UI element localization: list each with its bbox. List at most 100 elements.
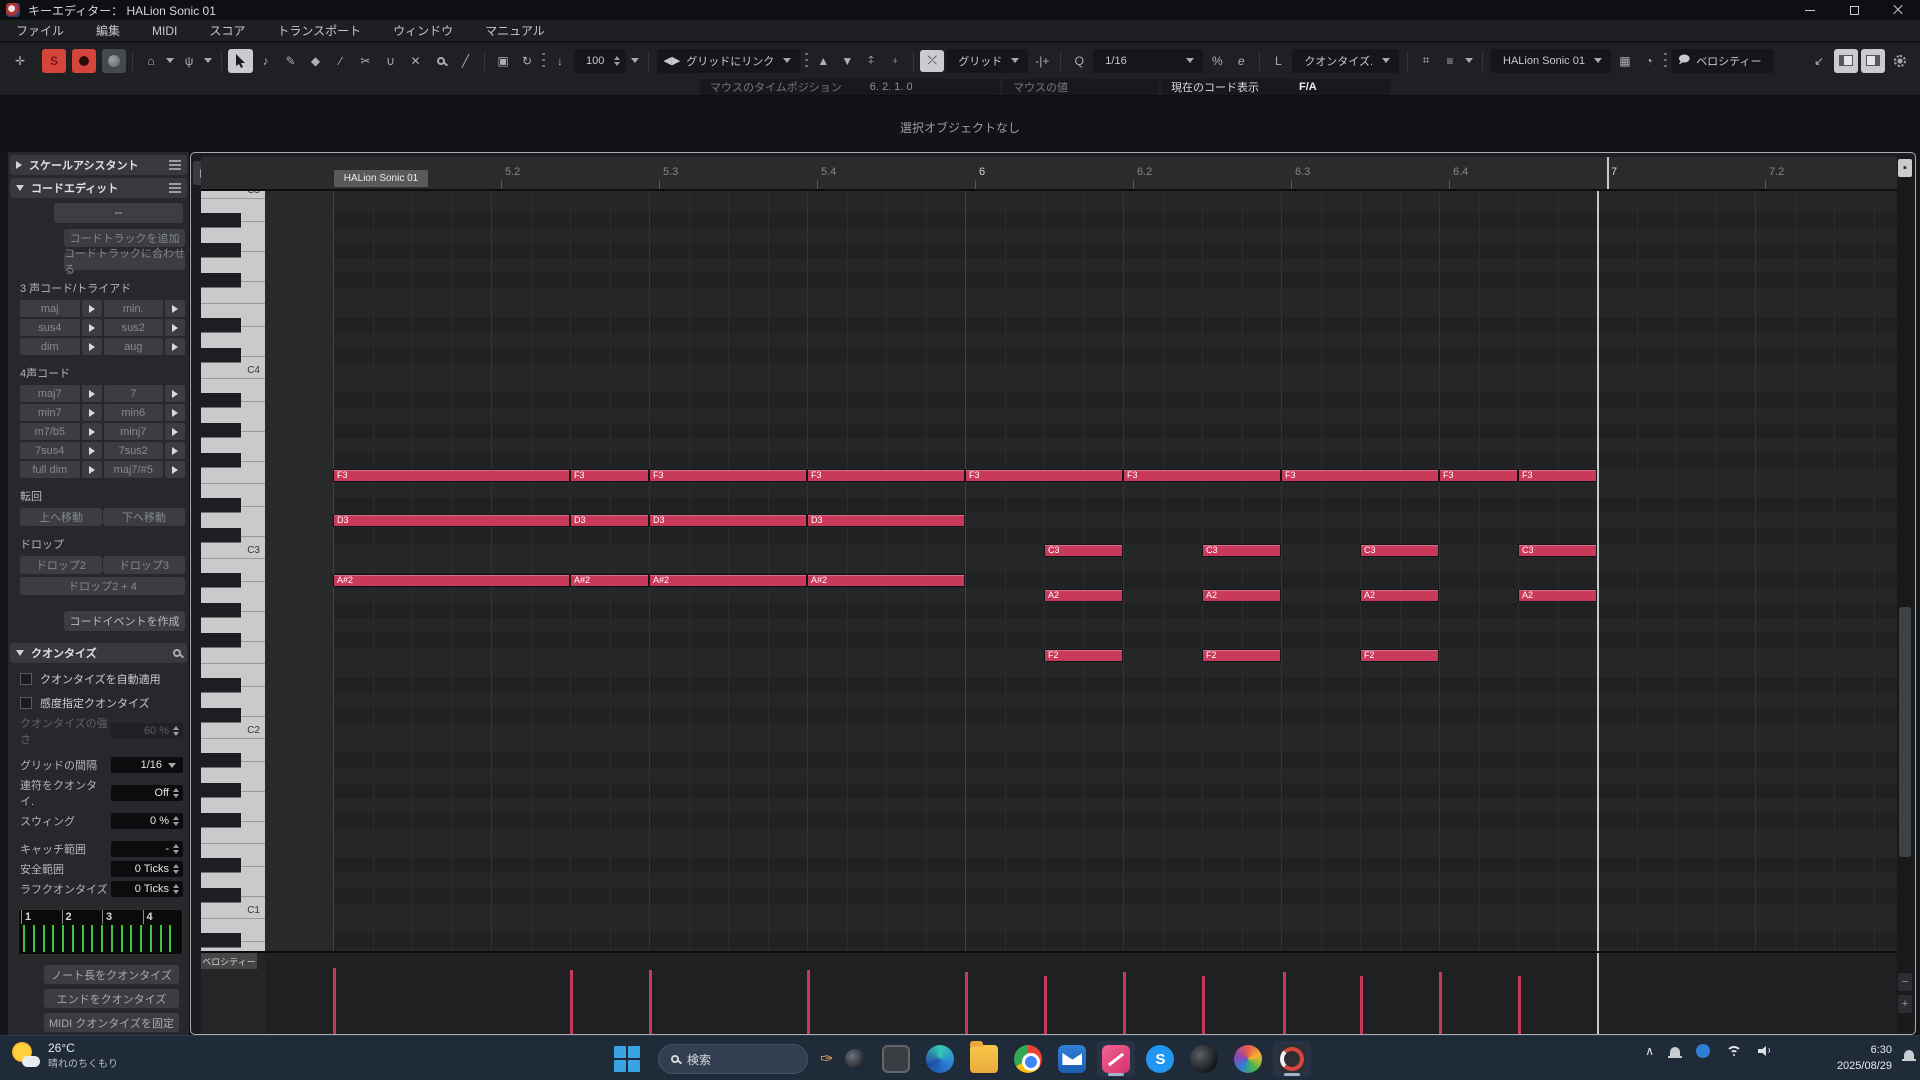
insert-velocity-value[interactable]: 100: [580, 55, 610, 67]
chevron-down-icon[interactable]: [1465, 58, 1473, 63]
chord-arrow-button[interactable]: [165, 461, 185, 478]
chord-arrow-button[interactable]: [82, 461, 102, 478]
iq-checkbox[interactable]: 感度指定クオンタイズ: [20, 695, 189, 711]
midi-note-A#2[interactable]: A#2: [570, 574, 649, 587]
midi-note-F3[interactable]: F3: [1281, 469, 1439, 482]
menu-item-6[interactable]: マニュアル: [469, 22, 561, 39]
chord-arrow-button[interactable]: [82, 319, 102, 336]
globe-icon[interactable]: [845, 1049, 865, 1069]
right-zone-toggle[interactable]: [1861, 49, 1885, 73]
velocity-bar[interactable]: [807, 970, 810, 1034]
midi-note-F3[interactable]: F3: [570, 469, 649, 482]
velocity-bar[interactable]: [649, 970, 652, 1034]
black-key[interactable]: [201, 813, 241, 828]
section-quantize[interactable]: クオンタイズ: [10, 643, 187, 663]
black-key[interactable]: [201, 933, 241, 948]
midi-note-A#2[interactable]: A#2: [807, 574, 965, 587]
midi-note-A2[interactable]: A2: [1202, 589, 1281, 602]
seventh-button-full-dim[interactable]: full dim: [20, 461, 80, 478]
iterative-quantize-button[interactable]: %: [1205, 49, 1229, 73]
object-selection-tool[interactable]: [228, 49, 253, 73]
freeze-quantize-button[interactable]: MIDI クオンタイズを固定: [44, 1013, 179, 1032]
black-key[interactable]: [201, 213, 241, 228]
triad-button-dim[interactable]: dim: [20, 338, 80, 355]
step-input-button[interactable]: ⌗: [1414, 49, 1438, 73]
create-chord-event-button[interactable]: コードイベントを作成: [64, 611, 185, 631]
midi-note-F3[interactable]: F3: [1123, 469, 1281, 482]
black-key[interactable]: [201, 453, 241, 468]
nudge-button[interactable]: -|+: [1030, 49, 1054, 73]
velocity-steppers[interactable]: [614, 56, 620, 66]
seventh-button-maj7-5[interactable]: maj7/#5: [104, 461, 164, 478]
move-up-octave-button[interactable]: ⍏: [859, 49, 883, 73]
black-key[interactable]: [201, 708, 241, 723]
velocity-bar[interactable]: [1283, 972, 1286, 1034]
move-up-button[interactable]: ▲: [811, 49, 835, 73]
trim-tool[interactable]: ∕: [328, 49, 353, 73]
chord-arrow-button[interactable]: [165, 385, 185, 402]
menu-item-3[interactable]: スコア: [193, 22, 261, 39]
section-scale-assistant[interactable]: スケールアシスタント: [10, 155, 187, 175]
black-key[interactable]: [201, 783, 241, 798]
black-key[interactable]: [201, 573, 241, 588]
move-down-octave-button[interactable]: ⍖: [883, 49, 907, 73]
zoom-in-button[interactable]: +: [1898, 995, 1912, 1013]
triad-button-sus2[interactable]: sus2: [104, 319, 164, 336]
taskbar-app-paint[interactable]: [1097, 1041, 1135, 1077]
auto-apply-checkbox[interactable]: クオンタイズを自動適用: [20, 671, 189, 687]
midi-note-A2[interactable]: A2: [1360, 589, 1439, 602]
midi-note-F3[interactable]: F3: [1439, 469, 1518, 482]
erase-tool[interactable]: ◆: [303, 49, 328, 73]
menu-item-0[interactable]: ファイル: [0, 22, 80, 39]
notification-bell-icon[interactable]: [1904, 1050, 1914, 1059]
midi-note-D3[interactable]: D3: [333, 514, 570, 527]
black-key[interactable]: [201, 678, 241, 693]
black-key[interactable]: [201, 753, 241, 768]
midi-note-F2[interactable]: F2: [1044, 649, 1123, 662]
midi-input-button[interactable]: ψ: [177, 49, 201, 73]
chevron-down-icon[interactable]: [783, 58, 791, 63]
note-grid[interactable]: F3F3F3F3F3F3F3F3F3D3D3D3D3A#2A#2A#2A#2C3…: [265, 191, 1897, 951]
part-label[interactable]: HALion Sonic 01: [333, 169, 429, 188]
quantize-preset-combo[interactable]: 1/16: [1093, 49, 1203, 73]
volume-icon[interactable]: [1758, 1046, 1770, 1056]
velocity-bar[interactable]: [1518, 976, 1521, 1034]
length-quantize-combo[interactable]: クオンタイズ.: [1292, 49, 1399, 73]
setup-toolbar-button[interactable]: [1888, 49, 1912, 73]
solo-button[interactable]: S: [42, 49, 66, 73]
velocity-bar[interactable]: [1044, 976, 1047, 1034]
midi-note-F3[interactable]: F3: [807, 469, 965, 482]
black-key[interactable]: [201, 858, 241, 873]
taskbar-app-darkball[interactable]: [1185, 1041, 1223, 1077]
pitch-visibility-button[interactable]: ⌂: [139, 49, 163, 73]
seventh-button-7sus2[interactable]: 7sus2: [104, 442, 164, 459]
black-key[interactable]: [201, 888, 241, 903]
taskbar-app-explorer[interactable]: [965, 1041, 1003, 1077]
move-down-inversion-button[interactable]: 下へ移動: [103, 508, 185, 526]
triad-button-min-[interactable]: min.: [104, 300, 164, 317]
zoom-tool[interactable]: [428, 49, 453, 73]
bell-icon[interactable]: [1670, 1047, 1680, 1056]
glue-tool[interactable]: ∪: [378, 49, 403, 73]
chord-arrow-button[interactable]: [82, 423, 102, 440]
seventh-button-7sus4[interactable]: 7sus4: [20, 442, 80, 459]
record-in-editor-button[interactable]: [72, 49, 96, 73]
chord-arrow-button[interactable]: [165, 319, 185, 336]
seventh-button-7[interactable]: 7: [104, 385, 164, 402]
part-list-button[interactable]: ▦: [1613, 49, 1637, 73]
seventh-button-minj7[interactable]: minj7: [104, 423, 164, 440]
chord-arrow-button[interactable]: [82, 338, 102, 355]
taskbar-search-box[interactable]: 検索: [658, 1044, 808, 1074]
wifi-icon[interactable]: [1726, 1046, 1742, 1057]
quantize-preset-value[interactable]: 1/16: [1099, 55, 1132, 67]
taskbar-app-chrome[interactable]: [1009, 1041, 1047, 1077]
swing-field[interactable]: 0 %: [111, 813, 183, 829]
chord-arrow-button[interactable]: [82, 385, 102, 402]
taskbar-app-skype[interactable]: S: [1141, 1041, 1179, 1077]
move-up-inversion-button[interactable]: 上へ移動: [20, 508, 102, 526]
menu-item-5[interactable]: ウィンドウ: [377, 22, 469, 39]
black-key[interactable]: [201, 393, 241, 408]
velocity-bar[interactable]: [965, 972, 968, 1034]
midi-note-F2[interactable]: F2: [1202, 649, 1281, 662]
taskbar-app-cubase[interactable]: [1273, 1041, 1311, 1077]
